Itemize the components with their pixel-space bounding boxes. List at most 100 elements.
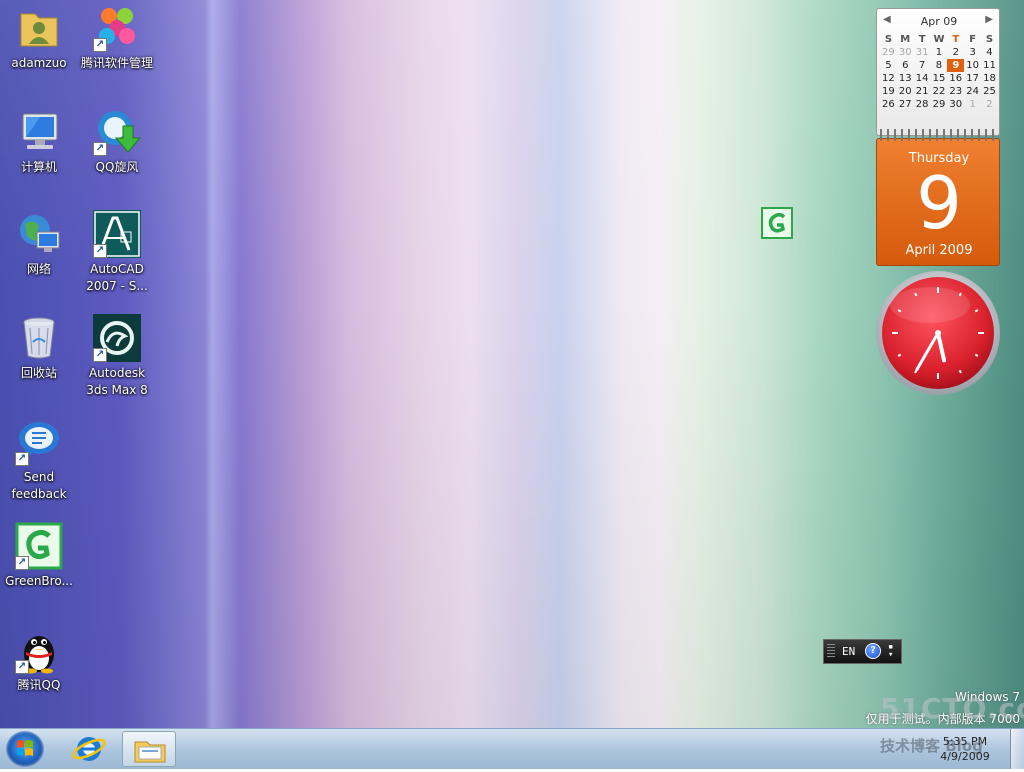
shortcut-arrow-icon: ↗ [15,556,29,570]
taskbar-windows-explorer[interactable] [122,731,176,767]
qq-penguin-icon: ↗ [15,626,63,674]
desktop-icon-label: AutoCAD 2007 - S... [86,262,148,293]
calendar-day-cell[interactable]: 21 [914,85,931,98]
taskbar: 技术博客 Blog 5:35 PM 4/9/2009 [0,728,1024,769]
calendar-day-cell[interactable]: 30 [947,98,964,111]
calendar-day-cell[interactable]: 18 [981,72,998,85]
desktop-icon-autocad-2007[interactable]: ↗ AutoCAD 2007 - S... [78,210,156,295]
desktop-icon-send-feedback[interactable]: ↗ Send feedback [0,418,78,503]
calendar-weekday-cell: T [952,34,960,45]
desktop-icon-tencent-software-manager[interactable]: ↗ 腾讯软件管理 [78,4,156,72]
calendar-day-cell[interactable]: 1 [931,46,948,59]
desktop-icon-label: QQ旋风 [95,160,139,174]
desktop-icon-greenbrowser[interactable]: ↗ GreenBro... [0,522,78,590]
calendar-day-cell[interactable]: 29 [880,46,897,59]
desktop-icon-label: 计算机 [20,160,57,174]
calendar-day-cell[interactable]: 9 [947,59,965,72]
taskbar-internet-explorer[interactable] [62,731,116,767]
language-bar[interactable]: EN ? ▪ ▾ [823,639,902,664]
calendar-day-cell[interactable]: 10 [964,59,981,72]
calendar-day-view: Thursday 9 April 2009 [876,138,1000,266]
calendar-grid: S M T W T F S 29 30 31 1 2 3 4 5 6 7 8 9 10 11 12 13 14 15 16 17 18… [880,33,998,111]
greenbrowser-floating-icon[interactable] [761,207,793,239]
language-bar-options-icon[interactable]: ▪ ▾ [888,643,893,660]
desktop-icon-user-folder[interactable]: adamzuo [0,4,78,72]
desktop-icon-recycle-bin[interactable]: 回收站 [0,314,78,382]
system-clock[interactable]: 5:35 PM 4/9/2009 [930,734,1000,764]
calendar-day-cell[interactable]: 25 [981,85,998,98]
calendar-day-cell[interactable]: 1 [964,98,981,111]
calendar-week-row: 29 30 31 1 2 3 4 [880,46,998,59]
calendar-day-cell[interactable]: 24 [964,85,981,98]
calendar-day-cell[interactable]: 26 [880,98,897,111]
calendar-day-cell[interactable]: 15 [931,72,948,85]
calendar-day-cell[interactable]: 12 [880,72,897,85]
calendar-month-label: Apr 09 [920,15,958,28]
calendar-day-number: 9 [916,161,962,245]
calendar-day-cell[interactable]: 6 [897,59,914,72]
calendar-next-arrow-icon[interactable]: ▶ [985,14,993,25]
help-icon[interactable]: ? [865,643,881,659]
calendar-day-cell[interactable]: 27 [897,98,914,111]
calendar-weekday-cell: M [900,34,911,45]
calendar-day-cell[interactable]: 20 [897,85,914,98]
network-icon [15,210,63,258]
calendar-day-cell[interactable]: 11 [981,59,998,72]
clock-date: 4/9/2009 [940,750,990,763]
calendar-week-row: 5 6 7 8 9 10 11 [880,59,998,72]
show-desktop-button[interactable] [1010,729,1024,769]
calendar-weekday-cell: W [933,34,945,45]
user-folder-icon [15,4,63,52]
desktop-icon-tencent-qq[interactable]: ↗ 腾讯QQ [0,626,78,694]
clock-tick-mark [974,353,979,357]
clock-time: 5:35 PM [942,735,988,748]
input-language-indicator[interactable]: EN [842,645,855,658]
desktop-icon-label: 腾讯QQ [17,678,61,692]
desktop-icon-label: 腾讯软件管理 [80,56,153,70]
calendar-day-cell[interactable]: 22 [931,85,948,98]
start-button[interactable] [6,731,44,767]
clock-face-icon [876,271,1000,395]
calendar-weekday-header: SMTWTFS [880,33,998,46]
calendar-day-cell[interactable]: 8 [931,59,948,72]
calendar-day-cell[interactable]: 19 [880,85,897,98]
calendar-weekday-cell: T [918,34,926,45]
site-logo-watermark: 51CTO.com [880,692,1024,725]
desktop-icon-label: adamzuo [11,56,67,70]
calendar-day-cell[interactable]: 17 [964,72,981,85]
calendar-day-cell[interactable]: 30 [897,46,914,59]
calendar-day-cell[interactable]: 14 [914,72,931,85]
greenbrowser-icon: ↗ [15,522,63,570]
desktop-icon-qq-xuanfeng[interactable]: ↗ QQ旋风 [78,108,156,176]
calendar-day-cell[interactable]: 2 [981,98,998,111]
calendar-day-cell[interactable]: 16 [947,72,964,85]
calendar-weekday-cell: F [969,34,977,45]
calendar-day-cell[interactable]: 28 [914,98,931,111]
clock-gadget[interactable] [875,270,1001,396]
shortcut-arrow-icon: ↗ [93,348,107,362]
calendar-week-row: 12 13 14 15 16 17 18 [880,72,998,85]
computer-icon [15,108,63,156]
calendar-day-cell[interactable]: 2 [947,46,964,59]
desktop-icon-network[interactable]: 网络 [0,210,78,278]
internet-explorer-icon [72,737,106,761]
calendar-day-cell[interactable]: 13 [897,72,914,85]
language-bar-grip-icon[interactable] [827,644,835,659]
calendar-day-cell[interactable]: 3 [964,46,981,59]
desktop-icon-label: 网络 [26,262,51,276]
calendar-weekday-cell: S [884,34,893,45]
clock-tick-mark [958,369,962,374]
desktop-icon-3ds-max-8[interactable]: ↗ Autodesk 3ds Max 8 [78,314,156,399]
calendar-day-cell[interactable]: 29 [931,98,948,111]
calendar-day-cell[interactable]: 31 [914,46,931,59]
calendar-weekday-cell: S [985,34,994,45]
software-manager-icon: ↗ [93,4,141,52]
shortcut-arrow-icon: ↗ [15,452,29,466]
calendar-binding-rings [880,129,996,141]
calendar-day-cell[interactable]: 7 [914,59,931,72]
calendar-day-cell[interactable]: 23 [947,85,964,98]
calendar-gadget[interactable]: ◀ Apr 09 ▶ S M T W T F S 29 30 31 1 2 3 4 5 6 7 8 9 10 11 12 1… [876,8,1000,266]
calendar-day-cell[interactable]: 4 [981,46,998,59]
calendar-day-cell[interactable]: 5 [880,59,897,72]
desktop-icon-computer[interactable]: 计算机 [0,108,78,176]
